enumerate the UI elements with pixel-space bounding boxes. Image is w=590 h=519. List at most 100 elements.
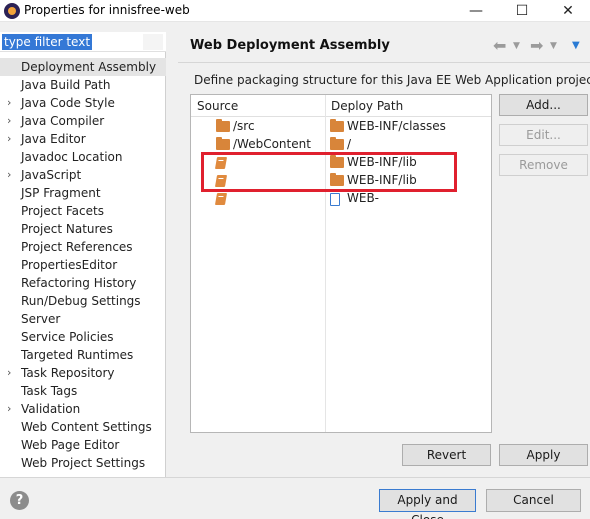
deployment-table[interactable]: ⌃ Source Deploy Path /src WEB-INF/classes… <box>190 94 492 433</box>
tree-item[interactable]: Service Policies <box>0 328 166 346</box>
back-dropdown-icon[interactable]: ▼ <box>513 41 520 51</box>
jar-icon <box>214 193 228 205</box>
tree-item[interactable]: Project Facets <box>0 202 166 220</box>
tree-item-label: PropertiesEditor <box>21 258 118 272</box>
tree-item[interactable]: › Java Editor <box>0 130 166 148</box>
tree-item[interactable]: PropertiesEditor <box>0 256 166 274</box>
help-icon[interactable]: ? <box>10 491 29 510</box>
tree-item-label: Project Natures <box>21 222 113 236</box>
source-cell: /src <box>233 119 255 133</box>
tree-item[interactable]: Server <box>0 310 166 328</box>
tree-item[interactable]: Project Natures <box>0 220 166 238</box>
remove-button[interactable]: Remove <box>499 154 588 176</box>
chevron-right-icon[interactable]: › <box>7 400 11 418</box>
tree-item[interactable]: Run/Debug Settings <box>0 292 166 310</box>
tree-item-label: Validation <box>21 402 81 416</box>
folder-icon <box>330 119 344 132</box>
tree-item-label: Web Page Editor <box>21 438 120 452</box>
tree-item-label: Service Policies <box>21 330 114 344</box>
add-button[interactable]: Add... <box>499 94 588 116</box>
tree-item[interactable]: Targeted Runtimes <box>0 346 166 364</box>
tree-item[interactable]: Deployment Assembly <box>0 58 166 76</box>
tree-item[interactable]: Task Tags <box>0 382 166 400</box>
folder-icon <box>330 137 344 150</box>
tree-item[interactable]: › Validation <box>0 400 166 418</box>
source-cell: /WebContent <box>233 137 311 151</box>
tree-item-label: Refactoring History <box>21 276 137 290</box>
folder-icon <box>216 119 230 132</box>
table-row[interactable]: WEB- <box>191 190 491 208</box>
page-header: Web Deployment Assembly ⬅ ▼ ➡ ▼ ▼ <box>178 32 590 62</box>
tree-item-label: JSP Fragment <box>21 186 101 200</box>
tree-item-label: Web Content Settings <box>21 420 152 434</box>
source-column-header[interactable]: Source <box>197 99 238 113</box>
tree-item[interactable]: › Java Code Style <box>0 94 166 112</box>
tree-item-label: Run/Debug Settings <box>21 294 141 308</box>
tree-item-label: Project References <box>21 240 133 254</box>
chevron-right-icon[interactable]: › <box>7 112 11 130</box>
tree-item-label: Server <box>21 312 61 326</box>
eclipse-icon <box>4 3 20 19</box>
tree-item-label: Task Tags <box>21 384 78 398</box>
tree-item-label: Task Repository <box>21 366 115 380</box>
tree-item[interactable]: › Java Compiler <box>0 112 166 130</box>
minimize-button[interactable]: — <box>453 0 499 22</box>
tree-item[interactable]: Project References <box>0 238 166 256</box>
tree-item[interactable]: Refactoring History <box>0 274 166 292</box>
page-description: Define packaging structure for this Java… <box>194 73 590 87</box>
deploy-column-header[interactable]: Deploy Path <box>331 99 403 113</box>
chevron-right-icon[interactable]: › <box>7 130 11 148</box>
content-pane: Web Deployment Assembly ⬅ ▼ ➡ ▼ ▼ Define… <box>178 32 590 477</box>
tree-item-label: Java Code Style <box>21 96 115 110</box>
page-title: Web Deployment Assembly <box>190 38 390 53</box>
back-arrow-icon[interactable]: ⬅ <box>493 36 506 55</box>
table-row[interactable]: /src WEB-INF/classes <box>191 118 491 136</box>
deploy-path-cell: / <box>347 137 352 151</box>
view-menu-icon[interactable]: ▼ <box>572 40 580 51</box>
footer-divider <box>0 477 590 478</box>
file-icon <box>330 193 340 206</box>
chevron-right-icon[interactable]: › <box>7 166 11 184</box>
title-bar: Properties for innisfree-web — ☐ ✕ <box>0 0 590 22</box>
chevron-right-icon[interactable]: › <box>7 364 11 382</box>
properties-tree-pane: type filter text Deployment Assembly Java… <box>0 32 166 477</box>
tree-item[interactable]: Web Page Editor <box>0 436 166 454</box>
window-title: Properties for innisfree-web <box>24 3 190 17</box>
tree-item[interactable]: Web Project Settings <box>0 454 166 472</box>
chevron-right-icon[interactable]: › <box>7 94 11 112</box>
header-divider <box>178 62 590 63</box>
tree-item[interactable]: JSP Fragment <box>0 184 166 202</box>
tree-item-label: Javadoc Location <box>21 150 123 164</box>
sort-caret-icon: ⌃ <box>255 94 263 102</box>
tree-item-label: Java Build Path <box>21 78 111 92</box>
close-button[interactable]: ✕ <box>545 0 590 22</box>
maximize-button[interactable]: ☐ <box>499 0 545 22</box>
apply-button[interactable]: Apply <box>499 444 588 466</box>
forward-dropdown-icon[interactable]: ▼ <box>550 41 557 51</box>
revert-button[interactable]: Revert <box>402 444 491 466</box>
cancel-button[interactable]: Cancel <box>486 489 581 512</box>
forward-arrow-icon[interactable]: ➡ <box>530 36 543 55</box>
edit-button[interactable]: Edit... <box>499 124 588 146</box>
deploy-path-cell: WEB-INF/classes <box>347 119 446 133</box>
tree-item[interactable]: Java Build Path <box>0 76 166 94</box>
tree-item[interactable]: › Task Repository <box>0 364 166 382</box>
tree-item-label: JavaScript <box>21 168 82 182</box>
tree-item[interactable]: Web Content Settings <box>0 418 166 436</box>
tree-item-label: Java Editor <box>21 132 86 146</box>
table-header: ⌃ Source Deploy Path <box>191 95 491 117</box>
apply-and-close-button[interactable]: Apply and Close <box>379 489 476 519</box>
tree-item-label: Targeted Runtimes <box>21 348 134 362</box>
deploy-path-cell: WEB- <box>347 191 380 205</box>
tree-item-label: Java Compiler <box>21 114 105 128</box>
filter-input[interactable]: type filter text <box>2 34 93 50</box>
filter-field[interactable]: type filter text <box>0 32 166 52</box>
tree-item-label: Web Project Settings <box>21 456 146 470</box>
properties-tree: Deployment Assembly Java Build Path › Java … <box>0 58 166 472</box>
tree-item[interactable]: Javadoc Location <box>0 148 166 166</box>
folder-icon <box>216 137 230 150</box>
tree-item[interactable]: › JavaScript <box>0 166 166 184</box>
tree-item-label: Deployment Assembly <box>21 60 157 74</box>
highlight-box <box>201 152 457 192</box>
filter-clear-area[interactable] <box>143 34 163 50</box>
